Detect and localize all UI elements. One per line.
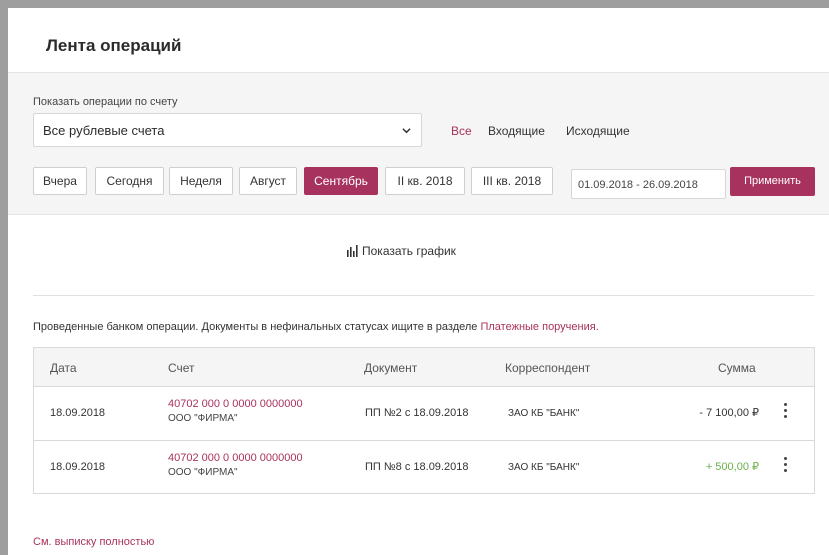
notice-suffix: . (595, 321, 599, 333)
column-account-header: Счет (168, 361, 195, 375)
period-yesterday-button[interactable]: Вчера (33, 167, 87, 195)
account-select-value: Все рублевые счета (43, 123, 165, 138)
window-frame: Лента операций Показать операции по счет… (0, 0, 829, 555)
date-range-input[interactable]: 01.09.2018 - 26.09.2018 (571, 169, 726, 199)
filter-incoming-link[interactable]: Входящие (488, 124, 545, 138)
column-date-header: Дата (50, 361, 77, 375)
filters-panel: Показать операции по счету Все рублевые … (8, 72, 829, 215)
bar-chart-icon (347, 245, 358, 257)
period-august-button[interactable]: Август (239, 167, 297, 195)
row-correspondent: ЗАО КБ "БАНК" (508, 462, 580, 473)
column-document-header: Документ (364, 361, 418, 375)
row-account-number[interactable]: 40702 000 0 0000 0000000 (168, 452, 303, 464)
filter-all-link[interactable]: Все (451, 124, 472, 138)
row-account-name: ООО "ФИРМА" (168, 467, 238, 478)
section-divider (33, 295, 814, 296)
filter-outgoing-link[interactable]: Исходящие (566, 124, 630, 138)
account-select[interactable]: Все рублевые счета (33, 113, 422, 147)
table-header: Дата Счет Документ Корреспондент Сумма (34, 348, 814, 387)
table-row[interactable]: 18.09.2018 40702 000 0 0000 0000000 ООО … (34, 441, 814, 495)
row-date: 18.09.2018 (50, 461, 106, 473)
operations-table: Дата Счет Документ Корреспондент Сумма 1… (33, 347, 815, 494)
row-document: ПП №2 с 18.09.2018 (365, 407, 469, 419)
operations-panel: Лента операций Показать операции по счет… (8, 8, 829, 555)
period-q2-button[interactable]: II кв. 2018 (385, 167, 465, 195)
period-today-button[interactable]: Сегодня (95, 167, 164, 195)
full-statement-link[interactable]: См. выписку полностью (33, 536, 154, 548)
row-correspondent: ЗАО КБ "БАНК" (508, 408, 580, 419)
show-chart-button[interactable]: Показать график (347, 244, 456, 258)
table-row[interactable]: 18.09.2018 40702 000 0 0000 0000000 ООО … (34, 387, 814, 441)
apply-button[interactable]: Применить (730, 167, 815, 196)
row-account-number[interactable]: 40702 000 0 0000 0000000 (168, 398, 303, 410)
row-more-menu-icon[interactable] (783, 403, 789, 421)
row-date: 18.09.2018 (50, 407, 106, 419)
show-chart-label: Показать график (362, 244, 456, 258)
row-amount: - 7 100,00 ₽ (699, 407, 759, 419)
operations-notice: Проведенные банком операции. Документы в… (33, 321, 599, 333)
row-account-name: ООО "ФИРМА" (168, 413, 238, 424)
payment-orders-link[interactable]: Платежные поручения (480, 321, 595, 333)
page-title: Лента операций (46, 36, 182, 55)
column-correspondent-header: Корреспондент (505, 361, 591, 375)
notice-text: Проведенные банком операции. Документы в… (33, 321, 481, 333)
period-september-button[interactable]: Сентябрь (304, 167, 378, 195)
row-amount: + 500,00 ₽ (705, 461, 759, 473)
period-q3-button[interactable]: III кв. 2018 (471, 167, 553, 195)
row-document: ПП №8 с 18.09.2018 (365, 461, 469, 473)
row-more-menu-icon[interactable] (783, 457, 789, 475)
column-amount-header: Сумма (718, 361, 756, 375)
account-filter-label: Показать операции по счету (33, 96, 178, 108)
period-week-button[interactable]: Неделя (169, 167, 233, 195)
chevron-down-icon (402, 128, 411, 134)
